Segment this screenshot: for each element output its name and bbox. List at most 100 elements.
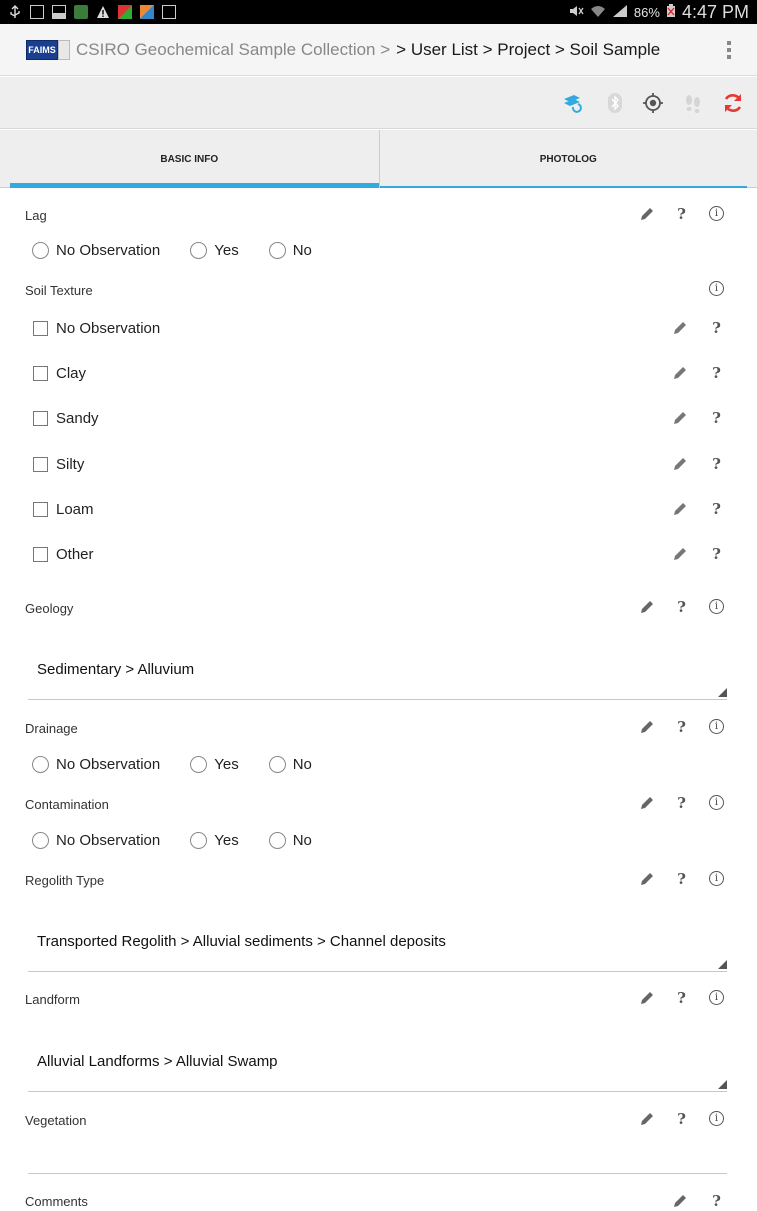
pencil-icon[interactable] [638,598,655,615]
soil-texture-option-clay[interactable]: Clay ? [33,353,757,393]
battery-percent: 86% [633,4,660,20]
help-icon[interactable]: ? [708,1192,725,1210]
contamination-radio-group: No Observation Yes No [32,832,342,849]
tab-basic-info[interactable]: BASIC INFO [0,130,379,188]
landform-value: Alluvial Landforms > Alluvial Swamp [37,1053,278,1070]
soil-texture-option-loam[interactable]: Loam ? [33,489,757,529]
checkbox-label: No Observation [56,319,161,337]
info-icon[interactable]: i [708,794,725,811]
help-icon[interactable]: ? [673,989,690,1007]
radio-button[interactable] [268,756,286,773]
pencil-icon[interactable] [671,501,688,518]
help-icon[interactable]: ? [708,455,725,473]
checkbox[interactable] [33,501,48,517]
soil-texture-option-other[interactable]: Other ? [33,534,757,574]
contamination-option-yes[interactable]: Yes [190,832,239,849]
battery-icon [666,3,676,21]
radio-button[interactable] [190,756,208,773]
help-icon[interactable]: ? [673,598,690,616]
sync-status-icon[interactable] [559,90,585,116]
info-icon[interactable]: i [708,870,725,887]
vegetation-field[interactable] [28,1114,727,1174]
faims-logo: FAIMS [26,39,58,60]
lag-option-no[interactable]: No [268,242,312,259]
drainage-option-yes[interactable]: Yes [190,756,239,773]
drainage-option-no[interactable]: No [268,756,312,773]
pencil-icon[interactable] [671,365,688,382]
help-icon[interactable]: ? [708,409,725,427]
soil-texture-option-no-observation[interactable]: No Observation ? [33,308,757,348]
comments-actions: ? [671,1192,725,1210]
bluetooth-icon[interactable] [602,90,628,116]
gps-icon[interactable] [640,90,666,116]
checkbox[interactable] [33,365,48,381]
checkbox[interactable] [33,456,48,472]
contamination-option-no-observation[interactable]: No Observation [32,832,160,849]
info-icon[interactable]: i [708,989,725,1006]
pencil-icon[interactable] [671,320,688,337]
overflow-menu-icon[interactable] [709,30,749,70]
radio-button[interactable] [32,756,49,773]
help-icon[interactable]: ? [673,794,690,812]
radio-label: No [292,832,312,849]
info-icon[interactable]: i [708,280,725,297]
pencil-icon[interactable] [638,794,655,811]
soil-texture-option-silty[interactable]: Silty ? [33,444,757,484]
geology-field[interactable]: Sedimentary > Alluvium [28,640,727,700]
pencil-icon[interactable] [638,205,655,222]
checkbox[interactable] [33,410,48,426]
landform-label: Landform [25,992,80,1007]
usb-icon [8,5,22,19]
comments-label: Comments [25,1194,88,1209]
regolith-type-label: Regolith Type [25,873,105,888]
help-icon[interactable]: ? [673,718,690,736]
landform-field[interactable]: Alluvial Landforms > Alluvial Swamp [28,1032,727,1092]
signal-icon [612,4,628,21]
help-icon[interactable]: ? [708,500,725,518]
radio-button[interactable] [190,832,208,849]
radio-button[interactable] [190,242,208,259]
lag-option-no-observation[interactable]: No Observation [32,242,160,259]
soil-texture-option-sandy[interactable]: Sandy ? [33,398,757,438]
radio-button[interactable] [32,242,49,259]
clock: 4:47 PM [681,1,749,22]
pencil-icon[interactable] [638,989,655,1006]
help-icon[interactable]: ? [708,319,725,337]
option-actions: ? [671,500,725,518]
help-icon[interactable]: ? [673,870,690,888]
radio-button[interactable] [32,832,49,849]
resize-handle-icon [718,960,727,969]
lag-option-yes[interactable]: Yes [190,242,239,259]
radio-button[interactable] [268,832,286,849]
help-icon[interactable]: ? [708,545,725,563]
info-icon[interactable]: i [708,205,725,222]
pencil-icon[interactable] [671,456,688,473]
tab-photolog[interactable]: PHOTOLOG [378,130,757,188]
radio-label: Yes [214,832,239,849]
tab-bar: BASIC INFO PHOTOLOG [0,130,757,188]
radio-label: Yes [214,242,239,259]
drainage-option-no-observation[interactable]: No Observation [32,756,160,773]
radio-label: No [292,242,312,259]
radio-button[interactable] [268,242,286,259]
status-toolbar [0,77,757,129]
tracking-icon[interactable] [680,90,706,116]
refresh-icon[interactable] [720,90,746,116]
pencil-icon[interactable] [638,870,655,887]
info-icon[interactable]: i [708,718,725,735]
help-icon[interactable]: ? [708,364,725,382]
mute-icon [568,4,584,21]
email-icon [162,5,176,19]
pencil-icon[interactable] [671,410,688,427]
pencil-icon[interactable] [671,546,688,563]
radio-label: No Observation [56,756,161,773]
info-icon[interactable]: i [708,598,725,615]
regolith-type-field[interactable]: Transported Regolith > Alluvial sediment… [28,912,727,972]
pencil-icon[interactable] [671,1192,688,1209]
pencil-icon[interactable] [638,718,655,735]
checkbox[interactable] [33,320,48,336]
contamination-option-no[interactable]: No [268,832,312,849]
app-icon-1 [118,5,132,19]
checkbox[interactable] [33,546,48,562]
help-icon[interactable]: ? [673,205,690,223]
